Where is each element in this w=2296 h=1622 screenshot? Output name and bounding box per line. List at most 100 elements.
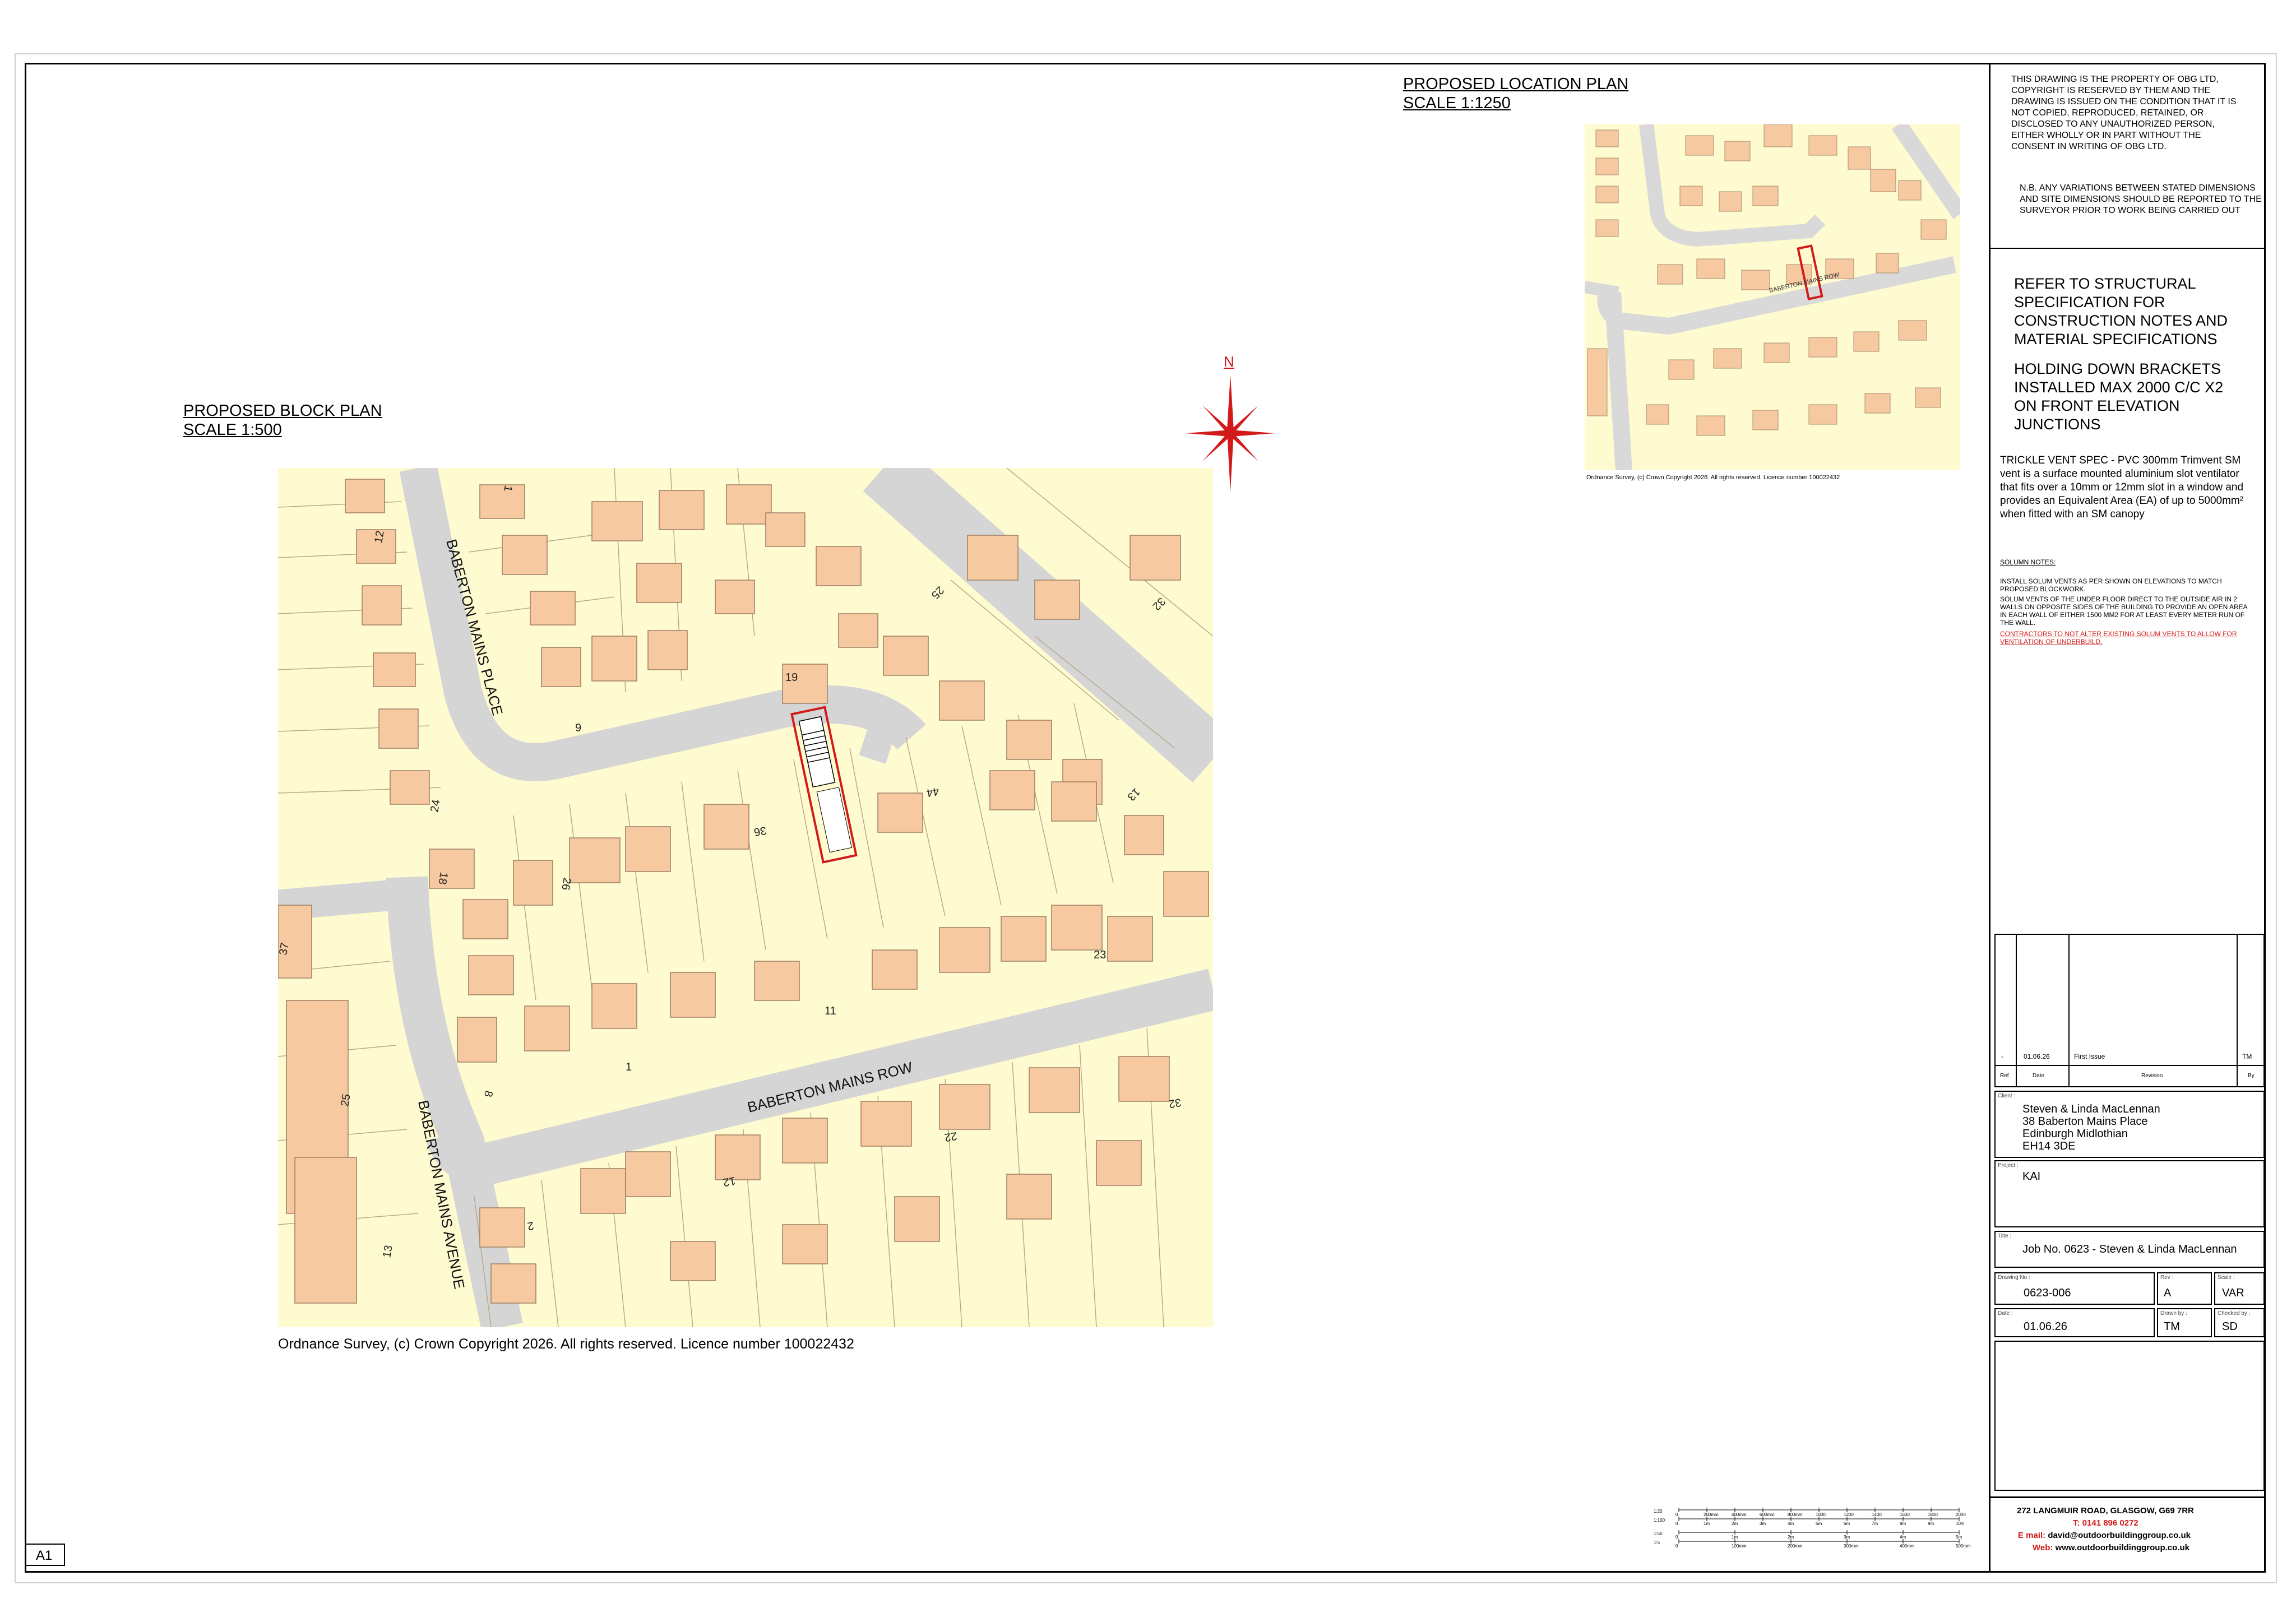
drawing-no-box: Drawing No : 0623-006 xyxy=(1994,1272,2155,1305)
drawn-label: Drawn by : xyxy=(2160,1310,2187,1317)
rev-row-date: 01.06.26 xyxy=(2024,1053,2050,1060)
solum-heading: SOLUMN NOTES: xyxy=(2000,558,2056,566)
house-number: 11 xyxy=(825,1005,836,1017)
scale-tick-label: 10m xyxy=(1956,1521,1965,1526)
scale-tick-label: 1m xyxy=(1704,1521,1710,1526)
checked-value: SD xyxy=(2222,1320,2238,1333)
rev-label: Rev : xyxy=(2160,1275,2174,1281)
client-box: Client : Steven & Linda MacLennan 38 Bab… xyxy=(1994,1091,2265,1158)
house-number: 12 xyxy=(372,530,387,544)
company-footer: 272 LANGMUIR ROAD, GLASGOW, G69 7RR T: 0… xyxy=(1989,1496,2266,1574)
location-map-graphic: BABERTON MAINS ROW xyxy=(1585,124,1960,470)
web-value[interactable]: www.outdoorbuildinggroup.co.uk xyxy=(2056,1543,2189,1553)
scale-tick-label: 3m xyxy=(1844,1535,1850,1540)
drawing-no-value: 0623-006 xyxy=(2024,1287,2071,1299)
solum-line-1: INSTALL SOLUM VENTS AS PER SHOWN ON ELEV… xyxy=(2000,577,2222,593)
house-number: 26 xyxy=(559,877,573,891)
house-number: 9 xyxy=(575,722,581,734)
scale-tick-label: 1000 xyxy=(1816,1512,1826,1517)
house-number: 19 xyxy=(785,671,798,684)
house-number: 44 xyxy=(925,785,940,799)
location-plan-map: BABERTON MAINS ROW xyxy=(1585,124,1960,470)
house-number: 1 xyxy=(626,1061,632,1073)
house-number: 13 xyxy=(381,1244,395,1259)
scale-tick-label: 8m xyxy=(1900,1521,1906,1526)
scale-tick-label: 2000 xyxy=(1956,1512,1966,1517)
block-plan-copyright: Ordnance Survey, (c) Crown Copyright 202… xyxy=(278,1336,854,1352)
location-plan-heading: PROPOSED LOCATION PLAN xyxy=(1403,75,1629,93)
scale-tick-label: 7m xyxy=(1872,1521,1878,1526)
scale-label: Scale : xyxy=(2218,1275,2235,1281)
scale-tick-label: 2m xyxy=(1732,1521,1738,1526)
house-number: 32 xyxy=(1168,1096,1182,1110)
block-plan-scale: SCALE 1:500 xyxy=(183,421,282,439)
rev-value: A xyxy=(2164,1287,2172,1299)
scale-top-labels: 0 200mm 400mm 600mm 800mm 1000 1200 1400 1600 180… xyxy=(1654,1512,1966,1519)
scale-tick-label: 1200 xyxy=(1844,1512,1854,1517)
title-label: Title : xyxy=(1998,1233,2012,1239)
date-value: 01.06.26 xyxy=(2024,1320,2067,1333)
rev-row-revision: First Issue xyxy=(2074,1053,2105,1060)
scale-tick-label: 5m xyxy=(1816,1521,1822,1526)
client-line-1: Steven & Linda MacLennan xyxy=(2022,1103,2160,1115)
trickle-note: TRICKLE VENT SPEC - PVC 300mm Trimvent S… xyxy=(2000,455,2244,520)
email-value[interactable]: david@outdoorbuildinggroup.co.uk xyxy=(2048,1531,2191,1540)
scale-tick-label: 1m xyxy=(1732,1535,1738,1540)
scale-tick-label: 300mm xyxy=(1844,1544,1859,1549)
client-line-4: EH14 3DE xyxy=(2022,1140,2076,1152)
scale-tick-label: 4m xyxy=(1900,1535,1906,1540)
scale-tick-label: 1800 xyxy=(1928,1512,1938,1517)
solum-warning: CONTRACTORS TO NOT ALTER EXISTING SOLUM … xyxy=(2000,630,2237,646)
scale-tick-label: 1600 xyxy=(1900,1512,1910,1517)
holding-note: HOLDING DOWN BRACKETS INSTALLED MAX 2000… xyxy=(2014,360,2224,433)
email-label: E mail: xyxy=(2018,1531,2046,1540)
structural-note: REFER TO STRUCTURAL SPECIFICATION FOR CO… xyxy=(2014,275,2228,347)
block-plan-heading: PROPOSED BLOCK PLAN xyxy=(183,402,382,420)
rev-row-ref: - xyxy=(2001,1053,2003,1060)
house-number: 18 xyxy=(436,871,450,886)
scale-value: VAR xyxy=(2222,1287,2244,1299)
scale-tick-label: 600mm xyxy=(1760,1512,1775,1517)
tel-value: 0141 896 0272 xyxy=(2082,1518,2138,1528)
rev-header-revision: Revision xyxy=(2141,1073,2163,1079)
scale-tick-label: 800mm xyxy=(1788,1512,1803,1517)
rev-header-by: By xyxy=(2248,1073,2255,1079)
scale-tick-label: 3m xyxy=(1760,1521,1766,1526)
scale-tick-label: 200mm xyxy=(1704,1512,1719,1517)
divider-1 xyxy=(1989,248,2266,249)
title-value: Job No. 0623 - Steven & Linda MacLennan xyxy=(2022,1243,2237,1255)
scale-tick-label: 9m xyxy=(1928,1521,1934,1526)
scale-tick-label: 1400 xyxy=(1872,1512,1882,1517)
sheet-size-label: A1 xyxy=(36,1548,53,1563)
block-map-graphic: BABERTON MAINS PLACE BABERTON MAINS ROW … xyxy=(278,468,1213,1327)
scale-tick-label: 0 xyxy=(1675,1544,1678,1549)
revision-table: - 01.06.26 First Issue TM Ref Date Revis… xyxy=(1994,934,2265,1087)
house-number: 12 xyxy=(722,1174,737,1189)
house-number: 25 xyxy=(339,1093,353,1107)
house-number: 24 xyxy=(428,799,443,813)
location-plan-scale: SCALE 1:1250 xyxy=(1403,94,1511,112)
nb-notice: N.B. ANY VARIATIONS BETWEEN STATED DIMEN… xyxy=(2020,183,2262,215)
house-number: 36 xyxy=(753,824,767,838)
drawing-no-label: Drawing No : xyxy=(1998,1275,2030,1281)
solum-line-2: SOLUM VENTS OF THE UNDER FLOOR DIRECT TO… xyxy=(2000,595,2248,627)
client-line-3: Edinburgh Midlothian xyxy=(2022,1128,2128,1140)
scale-mid-labels: 0 1m 2m 3m 4m 5m 6m 7m 8m 9m 10m xyxy=(1654,1521,1965,1528)
web-label: Web: xyxy=(2033,1543,2053,1553)
scale-tick-label: 0 xyxy=(1675,1535,1678,1540)
scale-tick-label: 0 xyxy=(1675,1512,1678,1517)
scale-tick-label: 4m xyxy=(1788,1521,1794,1526)
scale-bar: 1:20 1:100 1:50 1:5 0 200mm 400mm 600mm 800m… xyxy=(1654,1507,1971,1551)
date-label: Date : xyxy=(1998,1310,2013,1317)
project-value: KAI xyxy=(2022,1170,2041,1183)
scale-tick-label: 2m xyxy=(1788,1535,1794,1540)
date-box: Date : 01.06.26 xyxy=(1994,1308,2155,1337)
rev-header-date: Date xyxy=(2033,1073,2045,1079)
drawn-value: TM xyxy=(2164,1320,2180,1333)
property-notice: THIS DRAWING IS THE PROPERTY OF OBG LTD,… xyxy=(2011,75,2237,151)
scale-box: Scale : VAR xyxy=(2214,1272,2265,1305)
scale-tick-label: 5m xyxy=(1956,1535,1962,1540)
rev-row-by: TM xyxy=(2242,1053,2252,1060)
scale-bottom-labels: 0 100mm 200mm 300mm 400mm 500mm xyxy=(1654,1544,1971,1550)
house-number: 22 xyxy=(943,1129,958,1144)
